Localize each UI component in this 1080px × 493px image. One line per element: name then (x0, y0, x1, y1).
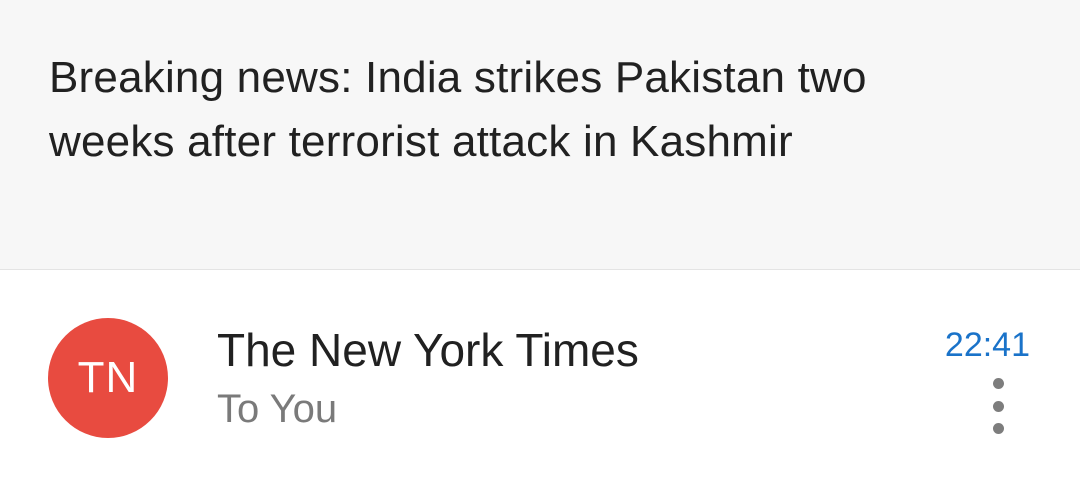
email-subject: Breaking news: India strikes Pakistan tw… (49, 53, 867, 166)
message-time: 22:41 (944, 326, 1030, 364)
sender-avatar[interactable]: TN (48, 318, 168, 438)
more-vert-icon[interactable] (980, 378, 1016, 434)
recipient-label[interactable]: To You (217, 387, 337, 432)
sender-name: The New York Times (217, 324, 639, 376)
more-dot (992, 400, 1004, 412)
more-dot (992, 423, 1004, 434)
more-dot (992, 378, 1004, 389)
email-subject-header: Breaking news: India strikes Pakistan tw… (0, 0, 1080, 270)
sender-info-row[interactable]: TN The New York Times To You 22:41 (0, 271, 1080, 493)
